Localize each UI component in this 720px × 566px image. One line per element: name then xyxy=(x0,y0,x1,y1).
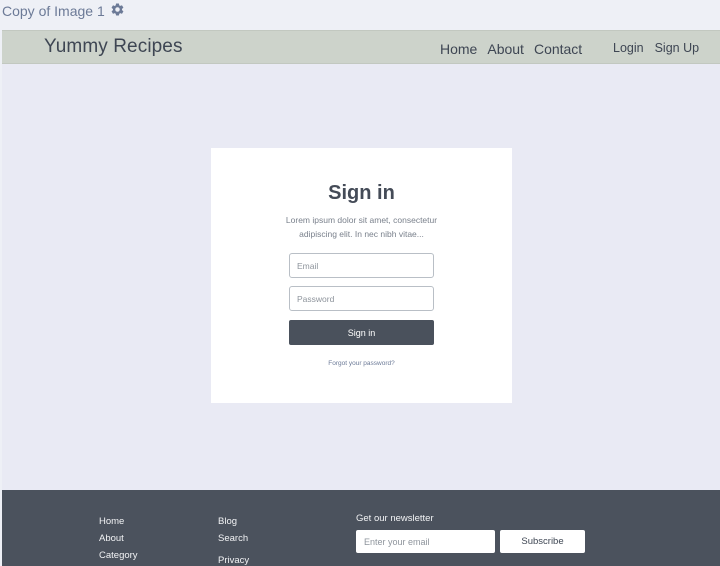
gear-icon[interactable] xyxy=(110,2,125,20)
copy-label: Copy of Image 1 xyxy=(2,2,125,20)
password-field[interactable] xyxy=(289,286,434,311)
subscribe-button[interactable]: Subscribe xyxy=(500,530,585,553)
signup-link[interactable]: Sign Up xyxy=(655,41,699,55)
main-nav: Home About Contact xyxy=(440,41,592,57)
forgot-password-link[interactable]: Forgot your password? xyxy=(211,360,512,367)
signin-description: Lorem ipsum dolor sit amet, consectetur … xyxy=(285,215,438,239)
footer-about-link[interactable]: About xyxy=(99,530,138,547)
signin-title: Sign in xyxy=(328,182,395,204)
navbar: Yummy Recipes Home About Contact Login S… xyxy=(2,30,720,64)
signin-card: Sign in Lorem ipsum dolor sit amet, cons… xyxy=(211,148,512,403)
footer-privacy-link[interactable]: Privacy xyxy=(218,552,249,566)
auth-nav: Login Sign Up xyxy=(613,41,710,55)
newsletter-title: Get our newsletter xyxy=(356,513,434,524)
newsletter-form: Subscribe xyxy=(356,530,585,553)
email-field[interactable] xyxy=(289,253,434,278)
nav-about-link[interactable]: About xyxy=(487,41,524,57)
footer-links-col-2: Blog Search Privacy xyxy=(218,513,249,566)
brand-logo[interactable]: Yummy Recipes xyxy=(44,36,183,58)
footer-search-link[interactable]: Search xyxy=(218,530,249,547)
nav-contact-link[interactable]: Contact xyxy=(534,41,582,57)
page: Copy of Image 1 Yummy Recipes Home About… xyxy=(0,0,720,566)
login-link[interactable]: Login xyxy=(613,41,644,55)
signin-button[interactable]: Sign in xyxy=(289,320,434,345)
footer-home-link[interactable]: Home xyxy=(99,513,138,530)
newsletter: Get our newsletter Subscribe xyxy=(356,513,585,553)
newsletter-email-input[interactable] xyxy=(356,530,495,553)
copy-label-text: Copy of Image 1 xyxy=(2,3,105,19)
main-content: Sign in Lorem ipsum dolor sit amet, cons… xyxy=(2,64,720,490)
footer: Home About Category Blog Search Privacy … xyxy=(2,490,720,566)
nav-home-link[interactable]: Home xyxy=(440,41,477,57)
footer-category-link[interactable]: Category xyxy=(99,547,138,564)
footer-blog-link[interactable]: Blog xyxy=(218,513,249,530)
footer-links-col-1: Home About Category xyxy=(99,513,138,564)
